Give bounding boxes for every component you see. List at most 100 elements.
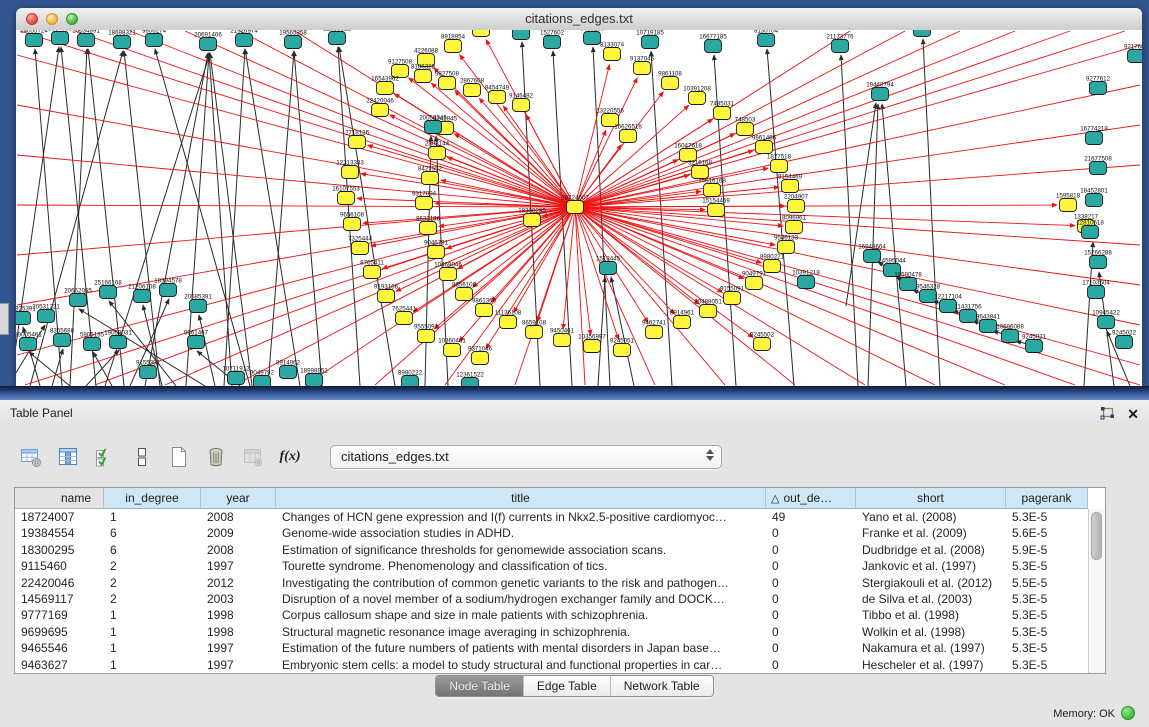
new-table-icon[interactable]: [166, 444, 192, 470]
graph-node[interactable]: [778, 241, 795, 254]
column-visibility-icon[interactable]: [55, 444, 81, 470]
graph-node[interactable]: [372, 104, 389, 117]
graph-node[interactable]: [146, 34, 163, 47]
graph-node[interactable]: [1026, 340, 1043, 353]
graph-node[interactable]: [464, 84, 481, 97]
graph-node[interactable]: [960, 310, 977, 323]
column-header-out-degree[interactable]: △out_de…: [766, 488, 856, 509]
table-row[interactable]: 977716911998Corpus callosum shape and si…: [15, 607, 1088, 623]
graph-node[interactable]: [402, 376, 419, 387]
float-panel-icon[interactable]: [1099, 407, 1115, 421]
close-panel-icon[interactable]: ✕: [1127, 407, 1139, 421]
graph-node[interactable]: [190, 300, 207, 313]
graph-node[interactable]: [110, 336, 127, 349]
table-row[interactable]: 911546021997Tourette syndrome. Phenomeno…: [15, 558, 1088, 574]
table-row[interactable]: 946554611997Estimation of the future num…: [15, 640, 1088, 656]
column-header-year[interactable]: year: [201, 488, 276, 509]
graph-node[interactable]: [440, 268, 457, 281]
graph-node[interactable]: [396, 312, 413, 325]
graph-node[interactable]: [1088, 286, 1105, 299]
graph-node[interactable]: [554, 334, 571, 347]
graph-node[interactable]: [462, 378, 479, 387]
graph-node[interactable]: [52, 32, 69, 45]
graph-node[interactable]: [456, 288, 473, 301]
graph-node[interactable]: [100, 286, 117, 299]
graph-node[interactable]: [344, 218, 361, 231]
vertical-scrollbar[interactable]: [1088, 509, 1105, 673]
graph-node[interactable]: [786, 221, 803, 234]
graph-node[interactable]: [708, 204, 725, 217]
graph-node[interactable]: [526, 326, 543, 339]
graph-node[interactable]: [620, 130, 637, 143]
graph-node[interactable]: [329, 32, 346, 45]
graph-node[interactable]: [832, 40, 849, 53]
minimize-window-button[interactable]: [46, 13, 58, 25]
graph-node[interactable]: [1060, 199, 1077, 212]
graph-node[interactable]: [756, 141, 773, 154]
graph-node[interactable]: [600, 262, 617, 275]
graph-node[interactable]: [1090, 82, 1107, 95]
graph-node[interactable]: [758, 34, 775, 47]
graph-node[interactable]: [524, 214, 541, 227]
graph-node[interactable]: [418, 330, 435, 343]
graph-node[interactable]: [422, 172, 439, 185]
graph-node[interactable]: [1128, 50, 1143, 63]
zoom-window-button[interactable]: [66, 13, 78, 25]
table-selector-dropdown[interactable]: citations_edges.txt: [330, 445, 722, 469]
graph-node[interactable]: [746, 277, 763, 290]
graph-node[interactable]: [724, 292, 741, 305]
graph-node[interactable]: [472, 352, 489, 365]
graph-node[interactable]: [352, 242, 369, 255]
graph-node[interactable]: [420, 222, 437, 235]
graph-node[interactable]: [646, 326, 663, 339]
table-row[interactable]: 1938455462009Genome-wide association stu…: [15, 525, 1088, 541]
graph-node[interactable]: [788, 200, 805, 213]
graph-node[interactable]: [700, 305, 717, 318]
tab-edge-table[interactable]: Edge Table: [523, 676, 610, 696]
graph-node[interactable]: [349, 136, 366, 149]
column-header-short[interactable]: short: [856, 488, 1006, 509]
graph-node[interactable]: [140, 366, 157, 379]
graph-node[interactable]: [584, 340, 601, 353]
graph-node[interactable]: [1090, 162, 1107, 175]
graph-node[interactable]: [1002, 330, 1019, 343]
graph-node[interactable]: [872, 88, 889, 101]
row-height-icon[interactable]: [129, 444, 155, 470]
graph-node[interactable]: [544, 36, 561, 49]
graph-node[interactable]: [280, 366, 297, 379]
graph-node[interactable]: [513, 30, 530, 40]
table-row[interactable]: 1830029562008Estimation of significance …: [15, 542, 1088, 558]
table-settings-icon[interactable]: [18, 444, 44, 470]
table-row[interactable]: 946362711997Embryonic stem cells: a mode…: [15, 657, 1088, 673]
graph-node[interactable]: [798, 276, 815, 289]
graph-node[interactable]: [236, 34, 253, 47]
graph-node[interactable]: [425, 121, 442, 134]
graph-node[interactable]: [378, 290, 395, 303]
function-builder-icon[interactable]: f(x): [277, 444, 303, 470]
graph-node[interactable]: [377, 82, 394, 95]
graph-node[interactable]: [70, 294, 87, 307]
graph-node[interactable]: [415, 70, 432, 83]
graph-node[interactable]: [584, 32, 601, 45]
table-row[interactable]: 969969511998Structural magnetic resonanc…: [15, 624, 1088, 640]
graph-node[interactable]: [306, 374, 323, 387]
tab-network-table[interactable]: Network Table: [610, 676, 713, 696]
graph-node[interactable]: [1086, 194, 1103, 207]
side-panel-handle[interactable]: [0, 303, 9, 335]
graph-node[interactable]: [26, 34, 43, 47]
column-header-in-degree[interactable]: in_degree: [104, 488, 201, 509]
graph-node[interactable]: [342, 166, 359, 179]
window-titlebar[interactable]: citations_edges.txt: [16, 8, 1142, 31]
column-header-name[interactable]: name: [15, 488, 104, 509]
graph-node[interactable]: [704, 184, 721, 197]
graph-node[interactable]: [500, 316, 517, 329]
close-window-button[interactable]: [26, 13, 38, 25]
graph-node[interactable]: [445, 40, 462, 53]
graph-node[interactable]: [714, 107, 731, 120]
graph-node[interactable]: [134, 290, 151, 303]
graph-node[interactable]: [429, 147, 446, 160]
graph-node[interactable]: [1098, 316, 1115, 329]
graph-node[interactable]: [1116, 336, 1133, 349]
column-header-title[interactable]: title: [276, 488, 766, 509]
graph-node[interactable]: [764, 260, 781, 273]
